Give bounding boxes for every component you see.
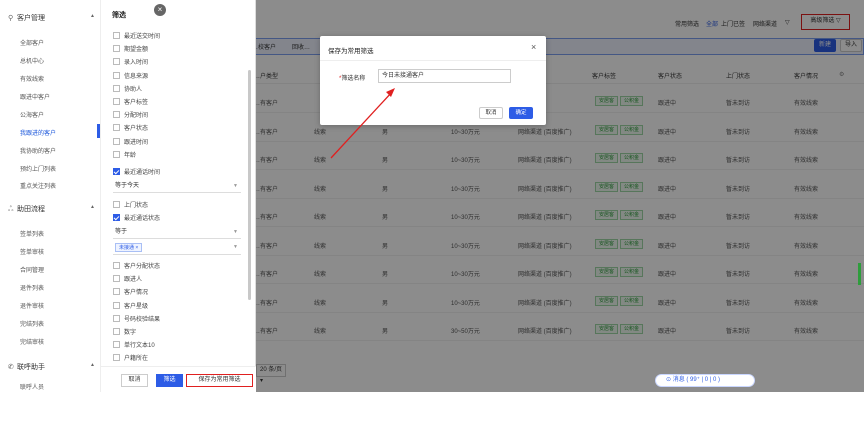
checkbox[interactable] <box>113 111 120 119</box>
filter-option[interactable]: 跟进人 <box>113 275 142 286</box>
sidebar-item[interactable]: 退件审核 <box>20 301 44 310</box>
panel-scrollbar[interactable] <box>248 70 251 300</box>
sidebar-item[interactable]: 合同管理 <box>20 265 44 274</box>
filter-option[interactable]: 协助人 <box>113 84 142 96</box>
sidebar-item[interactable]: 总机中心 <box>20 56 44 65</box>
dialog-confirm-button[interactable]: 确定 <box>509 107 533 119</box>
filter-option[interactable]: 号码校验结果 <box>113 314 160 326</box>
dialog-title: 保存为常用筛选 <box>328 48 374 55</box>
filter-panel: 筛选 最近送交时间 期望金额录入时间信息来源 协助人客户标签分配时间客户状态跟进时间… <box>101 0 256 392</box>
filter-option[interactable]: 单行文本10 <box>113 341 155 352</box>
filter-option[interactable]: 客户星级 <box>113 301 148 313</box>
checkbox[interactable] <box>113 288 120 296</box>
nav-group-flow[interactable]: ஃ 助田流程 ▲ <box>8 204 95 214</box>
sidebar-item[interactable]: 跟进中客户 <box>20 92 50 101</box>
save-filter-dialog: 保存为常用筛选 × *筛选名称 今日未接通客户 取消 确定 <box>320 36 546 125</box>
filter-option[interactable]: 客户状态 <box>113 124 148 135</box>
filter-option[interactable]: 跟进时间 <box>113 137 148 149</box>
chevron-down-icon: ▼ <box>233 183 238 189</box>
scroll-indicator <box>858 263 861 285</box>
checkbox[interactable] <box>113 45 120 53</box>
checkbox[interactable] <box>113 262 120 269</box>
filter-option[interactable]: 户籍所在 <box>113 354 148 365</box>
filter-option[interactable]: 最近送交时间 <box>113 32 160 43</box>
recent-call-time-select[interactable]: 等于今天 ▼ <box>113 180 241 193</box>
nav-group-customer[interactable]: ⚲ 客户管理 ▲ <box>8 13 95 23</box>
sidebar-item[interactable]: 完结审核 <box>20 337 44 346</box>
chevron-down-icon: ▼ <box>233 244 238 250</box>
checkbox[interactable] <box>113 98 120 105</box>
sidebar: ⚲ 客户管理 ▲ 全部客户总机中心有效线索跟进中客户公海客户我跟进的客户 我协助的客… <box>0 0 101 392</box>
checkbox-checked[interactable] <box>113 214 120 221</box>
filter-option[interactable]: 信息来源 <box>113 71 148 83</box>
filter-name-label: *筛选名称 <box>339 76 366 82</box>
sidebar-item[interactable]: 预约上门列表 <box>20 164 56 173</box>
close-icon[interactable]: × <box>531 42 536 52</box>
filter-option[interactable]: 分配时间 <box>113 111 148 122</box>
filter-option[interactable]: 录入时间 <box>113 58 148 69</box>
filter-apply-button[interactable]: 筛选 <box>156 374 183 387</box>
filter-option[interactable]: 客户分配状态 <box>113 262 160 273</box>
sidebar-item[interactable]: 完结列表 <box>20 319 44 328</box>
checkbox[interactable] <box>113 32 120 39</box>
checkbox[interactable] <box>113 314 120 322</box>
filter-panel-footer: 取消 筛选 保存为常用筛选 <box>101 366 256 392</box>
filter-option[interactable]: 年龄 <box>113 150 136 162</box>
close-icon[interactable]: × <box>135 245 138 251</box>
filter-option[interactable]: 数字 <box>113 328 136 339</box>
filter-name-input[interactable]: 今日未接通客户 <box>378 69 511 83</box>
sidebar-item-caller[interactable]: 联呼人员 <box>20 382 44 391</box>
sidebar-item[interactable]: 退件列表 <box>20 283 44 292</box>
collapse-icon: ▲ <box>90 13 95 19</box>
collapse-icon: ▲ <box>90 362 95 368</box>
flow-icon: ஃ <box>8 206 14 213</box>
divider <box>320 60 546 61</box>
checkbox[interactable] <box>113 275 120 283</box>
filter-recent-call-time[interactable]: 最近通话时间 <box>113 168 160 179</box>
checkbox[interactable] <box>113 150 120 158</box>
checkbox[interactable] <box>113 84 120 92</box>
app-window: 常用筛选 全部 上门已签 网络渠道 ▽ 高级筛选 ▽ …校客户 回收… 新建 导… <box>0 0 864 392</box>
message-bar[interactable]: ⊙ 消息 ( 99⁺ | 0 | 0 ) <box>655 374 755 387</box>
selected-chip[interactable]: 未接通 × <box>115 243 143 252</box>
checkbox[interactable] <box>113 201 120 208</box>
chevron-down-icon: ▼ <box>233 229 238 235</box>
save-common-filter-button[interactable]: 保存为常用筛选 <box>186 374 253 387</box>
sidebar-item[interactable]: 公海客户 <box>20 110 44 119</box>
call-status-operator-select[interactable]: 等于 ▼ <box>113 226 241 239</box>
checkbox[interactable] <box>113 71 120 79</box>
sidebar-item[interactable]: 全部客户 <box>20 38 44 47</box>
close-icon[interactable]: × <box>154 4 166 16</box>
filter-option[interactable]: 客户情况 <box>113 288 148 299</box>
checkbox[interactable] <box>113 341 120 349</box>
filter-visit-status[interactable]: 上门状态 <box>113 201 148 212</box>
bell-icon: ⊙ <box>666 377 673 383</box>
filter-recent-call-status[interactable]: 最近通话状态 <box>113 214 160 225</box>
filter-option[interactable]: 客户标签 <box>113 98 148 109</box>
sidebar-item[interactable]: 签单列表 <box>20 229 44 238</box>
search-icon: ⚲ <box>8 15 14 22</box>
nav-group-phone[interactable]: ✆ 联呼助手 ▲ <box>8 362 95 372</box>
filter-cancel-button[interactable]: 取消 <box>121 374 148 387</box>
checkbox[interactable] <box>113 301 120 309</box>
filter-panel-title: 筛选 <box>112 12 126 19</box>
sidebar-item[interactable]: 我跟进的客户 <box>20 128 56 137</box>
active-indicator <box>97 124 100 138</box>
filter-option[interactable]: 期望金额 <box>113 45 148 56</box>
collapse-icon: ▲ <box>90 204 95 210</box>
checkbox[interactable] <box>113 124 120 132</box>
checkbox[interactable] <box>113 58 120 66</box>
sidebar-item[interactable]: 我协助的客户 <box>20 146 56 155</box>
checkbox[interactable] <box>113 328 120 335</box>
sidebar-item[interactable]: 有效线索 <box>20 74 44 83</box>
sidebar-item[interactable]: 重点关注列表 <box>20 181 56 190</box>
sidebar-item[interactable]: 签单审核 <box>20 247 44 256</box>
phone-icon: ✆ <box>8 364 14 371</box>
checkbox[interactable] <box>113 354 120 362</box>
checkbox-checked[interactable] <box>113 168 120 175</box>
checkbox[interactable] <box>113 137 120 145</box>
dialog-cancel-button[interactable]: 取消 <box>479 107 503 119</box>
